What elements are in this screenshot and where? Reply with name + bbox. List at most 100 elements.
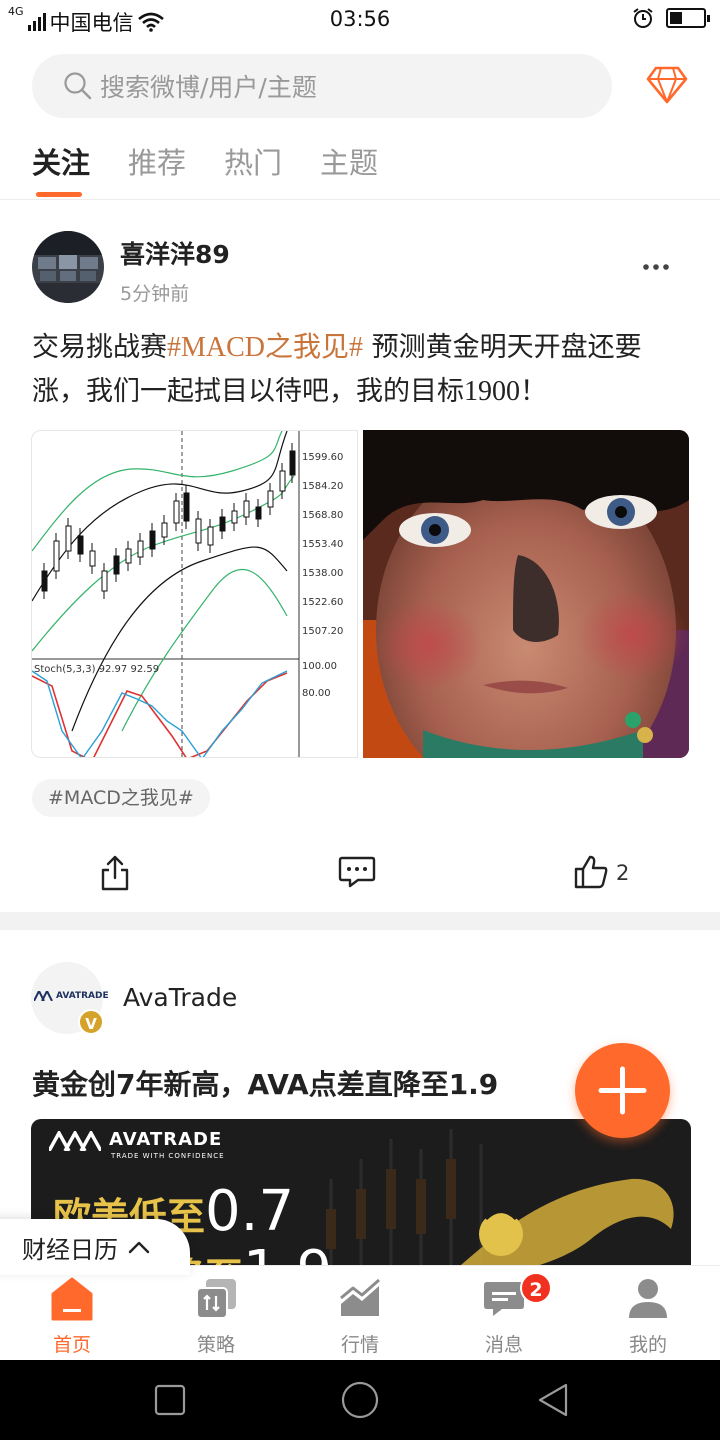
- candle-body: [137, 540, 144, 558]
- nav-label: 消息: [484, 1334, 523, 1356]
- post-image-chart[interactable]: 1599.60 1584.20 1568.80 1553.40 1538.00 …: [31, 430, 358, 758]
- bottom-nav: 首页 策略 行情 消息 我的: [0, 1265, 720, 1360]
- ava-logo-icon: [49, 1131, 101, 1151]
- candle-body: [89, 550, 96, 567]
- candle-body: [207, 526, 214, 546]
- price-label: 1599.60: [302, 452, 343, 463]
- app-root: 4G 中国电信 03:56 搜索微博/用户/主题 关注 推荐 热门 主题 喜洋洋…: [0, 0, 720, 1440]
- banner-line1-value: 0.7: [205, 1179, 295, 1244]
- verified-badge: V: [78, 1009, 104, 1035]
- back-button[interactable]: [534, 1380, 574, 1420]
- section-divider: [0, 912, 720, 930]
- nav-market[interactable]: 行情: [288, 1266, 432, 1361]
- candle-body: [183, 492, 190, 522]
- candle-body: [289, 450, 296, 476]
- candle-body: [267, 490, 274, 508]
- nav-strategy[interactable]: 策略: [144, 1266, 288, 1361]
- avatar[interactable]: [32, 231, 104, 303]
- candle-body: [219, 516, 226, 532]
- nav-label: 首页: [52, 1334, 91, 1356]
- candle-body: [77, 535, 84, 555]
- comment-icon[interactable]: [338, 855, 376, 889]
- candle-body: [101, 570, 108, 592]
- finance-calendar-toggle[interactable]: 财经日历: [0, 1219, 190, 1275]
- search-icon: [64, 72, 92, 100]
- banner-slogan: TRADE WITH CONFIDENCE: [111, 1152, 225, 1160]
- post-target: 1900: [464, 376, 520, 407]
- candle-body: [65, 525, 72, 552]
- alarm-icon: [633, 8, 653, 28]
- tab-recommend[interactable]: 推荐: [128, 140, 186, 182]
- candle-body: [125, 548, 132, 564]
- home-icon: [51, 1277, 93, 1321]
- price-label: 1522.60: [302, 597, 343, 608]
- author-name[interactable]: 喜洋洋89: [120, 235, 230, 271]
- candle-body: [255, 506, 262, 520]
- recent-apps-button[interactable]: [150, 1380, 190, 1420]
- candle-body: [113, 555, 120, 575]
- status-right: [632, 7, 710, 29]
- diamond-icon[interactable]: [646, 66, 688, 104]
- stoch-label: 80.00: [302, 688, 331, 699]
- post-text-prefix: 交易挑战赛: [32, 332, 167, 363]
- nav-messages[interactable]: 消息: [432, 1266, 576, 1361]
- avatrade-logo: AVATRADE: [34, 991, 109, 1001]
- post-title[interactable]: 黄金创7年新高，AVA点差直降至1.9: [32, 1063, 498, 1103]
- avatar-logo-text: AVATRADE: [56, 991, 109, 1001]
- calendar-label: 财经日历: [22, 1235, 118, 1264]
- stoch-label: 100.00: [302, 661, 337, 672]
- share-icon[interactable]: [97, 854, 133, 892]
- post-image-photo[interactable]: [363, 430, 689, 758]
- price-label: 1568.80: [302, 510, 343, 521]
- tab-hot[interactable]: 热门: [224, 140, 282, 182]
- compose-button[interactable]: [575, 1043, 670, 1138]
- message-icon: [484, 1282, 524, 1316]
- candle-body: [243, 500, 250, 518]
- search-input[interactable]: 搜索微博/用户/主题: [32, 54, 612, 118]
- ava-mark-icon: [34, 991, 53, 1001]
- like-icon[interactable]: [573, 854, 609, 890]
- price-label: 1553.40: [302, 539, 343, 550]
- tab-indicator: [36, 192, 82, 197]
- strategy-icon: [196, 1279, 236, 1319]
- topic-tag[interactable]: #MACD之我见#: [32, 779, 210, 817]
- plus-icon: [598, 1066, 647, 1115]
- feed-tabs: 关注 推荐 热门 主题: [0, 136, 720, 200]
- status-bar: 4G 中国电信 03:56: [0, 0, 720, 40]
- author-name[interactable]: AvaTrade: [123, 983, 237, 1012]
- indicator-label: Stoch(5,3,3) 92.97 92.59: [34, 664, 159, 675]
- nav-label: 行情: [340, 1334, 379, 1356]
- candle-body: [161, 522, 168, 538]
- battery-level: [670, 12, 682, 24]
- candle-body: [173, 500, 180, 524]
- chevron-up-icon: [128, 1241, 150, 1254]
- post-time: 5分钟前: [120, 283, 190, 305]
- candle-body: [53, 540, 60, 572]
- nav-profile[interactable]: 我的: [576, 1266, 720, 1361]
- message-badge: 2: [520, 1272, 552, 1304]
- post-text-end: ！: [520, 376, 547, 407]
- chart-price-labels: 1599.60 1584.20 1568.80 1553.40 1538.00 …: [302, 452, 343, 699]
- market-icon: [340, 1278, 380, 1316]
- nav-label: 策略: [196, 1334, 235, 1356]
- candle-body: [231, 510, 238, 524]
- candle-body: [149, 530, 156, 550]
- price-label: 1538.00: [302, 568, 343, 579]
- topic-link[interactable]: #MACD之我见#: [167, 332, 363, 363]
- tab-topics[interactable]: 主题: [320, 140, 378, 182]
- banner-brand: AVATRADE: [109, 1129, 223, 1150]
- like-count: 2: [616, 861, 630, 885]
- nav-home[interactable]: 首页: [0, 1266, 144, 1361]
- nav-label: 我的: [628, 1334, 667, 1356]
- price-label: 1584.20: [302, 481, 343, 492]
- candle-body: [41, 570, 48, 592]
- post-text: 交易挑战赛#MACD之我见# 预测黄金明天开盘还要涨，我们一起拭目以待吧，我的目…: [32, 326, 692, 414]
- candle-body: [279, 470, 286, 492]
- profile-icon: [629, 1279, 667, 1318]
- tab-follow[interactable]: 关注: [32, 140, 90, 182]
- battery-icon: [666, 8, 710, 28]
- more-icon[interactable]: [641, 258, 671, 276]
- candlestick-chart: 1599.60 1584.20 1568.80 1553.40 1538.00 …: [32, 431, 343, 757]
- price-label: 1507.20: [302, 626, 343, 637]
- home-button[interactable]: [340, 1380, 380, 1420]
